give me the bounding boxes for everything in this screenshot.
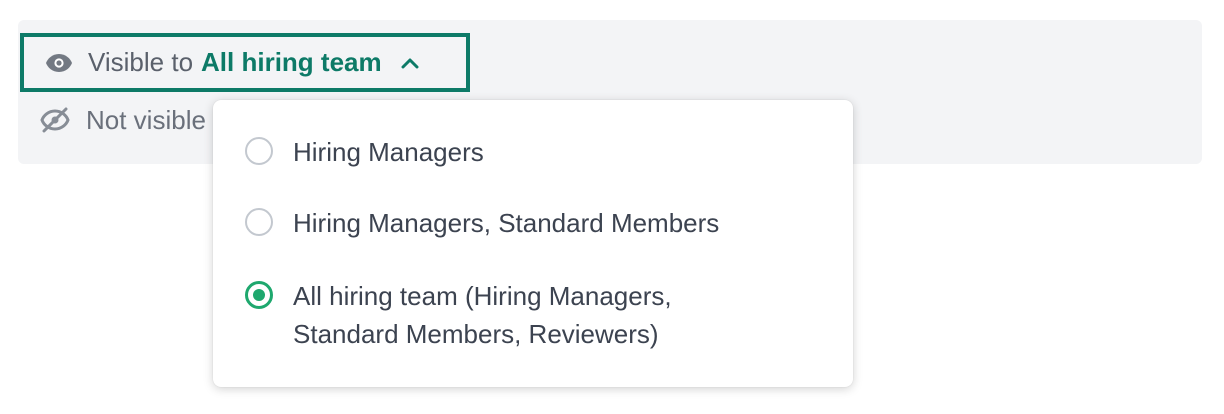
radio-button-checked[interactable] [245, 281, 273, 309]
visibility-options-menu: Hiring Managers Hiring Managers, Standar… [213, 100, 853, 387]
option-hiring-managers[interactable]: Hiring Managers [245, 133, 484, 171]
not-visible-row: Not visible [40, 100, 206, 140]
radio-button[interactable] [245, 137, 273, 165]
option-all-hiring-team[interactable]: All hiring team (Hiring Managers, Standa… [245, 277, 672, 353]
visibility-selected-value: All hiring team [201, 47, 382, 77]
visibility-dropdown-button[interactable]: Visible to All hiring team [20, 33, 470, 92]
visibility-prefix: Visible to [88, 47, 194, 77]
not-visible-label: Not visible [86, 104, 206, 135]
option-label: All hiring team (Hiring Managers, Standa… [293, 281, 672, 349]
eye-off-icon [40, 105, 70, 135]
option-label: Hiring Managers [293, 137, 484, 167]
option-hiring-managers-standard-members[interactable]: Hiring Managers, Standard Members [245, 204, 719, 242]
radio-button[interactable] [245, 208, 273, 236]
eye-icon [44, 48, 74, 78]
option-label: Hiring Managers, Standard Members [293, 208, 720, 238]
chevron-up-icon [400, 53, 420, 73]
